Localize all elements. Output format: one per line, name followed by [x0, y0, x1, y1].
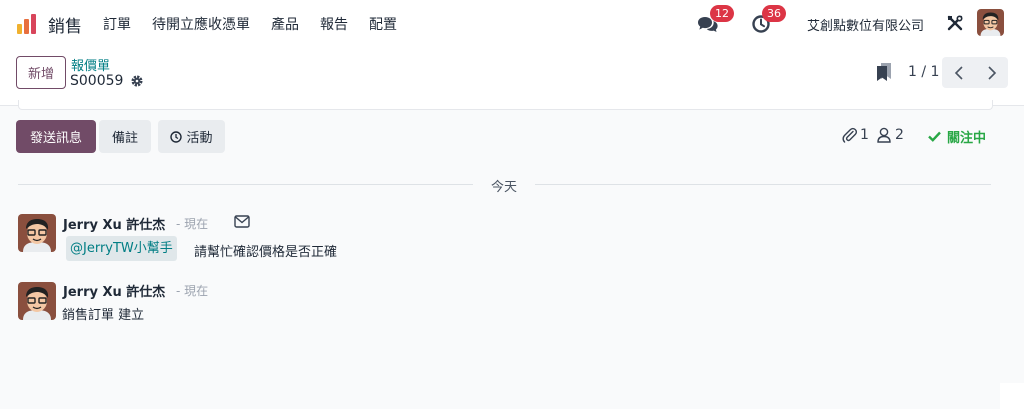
envelope-icon[interactable]	[234, 215, 250, 228]
new-button[interactable]: 新增	[16, 56, 66, 89]
menu-item-to-invoice[interactable]: 待開立應收憑單	[152, 14, 250, 34]
schedule-activity-button[interactable]: 活動	[158, 120, 225, 153]
activity-label: 活動	[186, 131, 213, 146]
debug-tools-icon[interactable]	[947, 15, 963, 31]
send-message-button[interactable]: 發送訊息	[16, 120, 96, 153]
followers-button[interactable]: 2	[877, 127, 904, 143]
following-label: 關注中	[947, 131, 987, 146]
window-corner	[1000, 383, 1024, 409]
paperclip-icon	[842, 127, 858, 143]
menu-item-products[interactable]: 產品	[271, 14, 299, 34]
message-body: 銷售訂單 建立	[62, 308, 145, 323]
chevron-left-icon	[954, 65, 963, 80]
pager-previous-button[interactable]	[942, 57, 975, 88]
attachments-count: 1	[860, 127, 869, 143]
top-navbar: 銷售 訂單 待開立應收憑單 產品 報告 配置 12 36 艾創點數位有限公司	[0, 0, 1024, 46]
gear-icon[interactable]	[130, 74, 144, 88]
message-body: 請幫忙確認價格是否正確	[194, 245, 338, 260]
message-author-avatar[interactable]	[18, 214, 56, 252]
check-icon	[928, 131, 941, 142]
log-note-button[interactable]: 備註	[99, 120, 151, 153]
messages-count-badge: 12	[710, 5, 734, 22]
breadcrumb-current: S00059	[70, 73, 124, 89]
company-switcher[interactable]: 艾創點數位有限公司	[807, 15, 924, 34]
sales-app-icon[interactable]	[15, 12, 39, 36]
following-button[interactable]: 關注中	[928, 127, 986, 146]
attachments-button[interactable]: 1	[842, 127, 869, 143]
date-divider-line	[18, 184, 473, 185]
messages-button[interactable]: 12	[698, 5, 738, 38]
activities-count-badge: 36	[762, 5, 786, 22]
message-author[interactable]: Jerry Xu 許仕杰	[63, 214, 165, 233]
main-menu: 訂單 待開立應收憑單 產品 報告 配置	[103, 14, 418, 34]
menu-item-orders[interactable]: 訂單	[103, 14, 131, 34]
date-divider-label: 今天	[490, 180, 517, 195]
user-avatar[interactable]	[977, 9, 1004, 36]
breadcrumb-parent[interactable]: 報價單	[71, 55, 110, 74]
pager-value[interactable]: 1 / 1	[908, 64, 939, 80]
form-sheet-bottom	[18, 100, 993, 110]
message-time: - 現在	[176, 284, 209, 298]
date-divider-line	[535, 184, 991, 185]
bookmark-icon[interactable]	[876, 63, 892, 81]
pager-next-button[interactable]	[975, 57, 1008, 88]
mention-link[interactable]: @JerryTW小幫手	[66, 236, 177, 261]
menu-item-reporting[interactable]: 報告	[320, 14, 348, 34]
message-author-avatar[interactable]	[18, 282, 56, 320]
control-panel: 新增 報價單 S00059 1 / 1	[0, 46, 1024, 106]
message-time: - 現在	[176, 217, 209, 231]
menu-item-configuration[interactable]: 配置	[369, 14, 397, 34]
chevron-right-icon	[987, 65, 996, 80]
activities-button[interactable]: 36	[752, 5, 792, 38]
message-author[interactable]: Jerry Xu 許仕杰	[63, 281, 165, 300]
followers-count: 2	[895, 127, 904, 143]
clock-icon	[170, 130, 183, 143]
app-name[interactable]: 銷售	[48, 12, 82, 37]
user-icon	[877, 127, 891, 143]
